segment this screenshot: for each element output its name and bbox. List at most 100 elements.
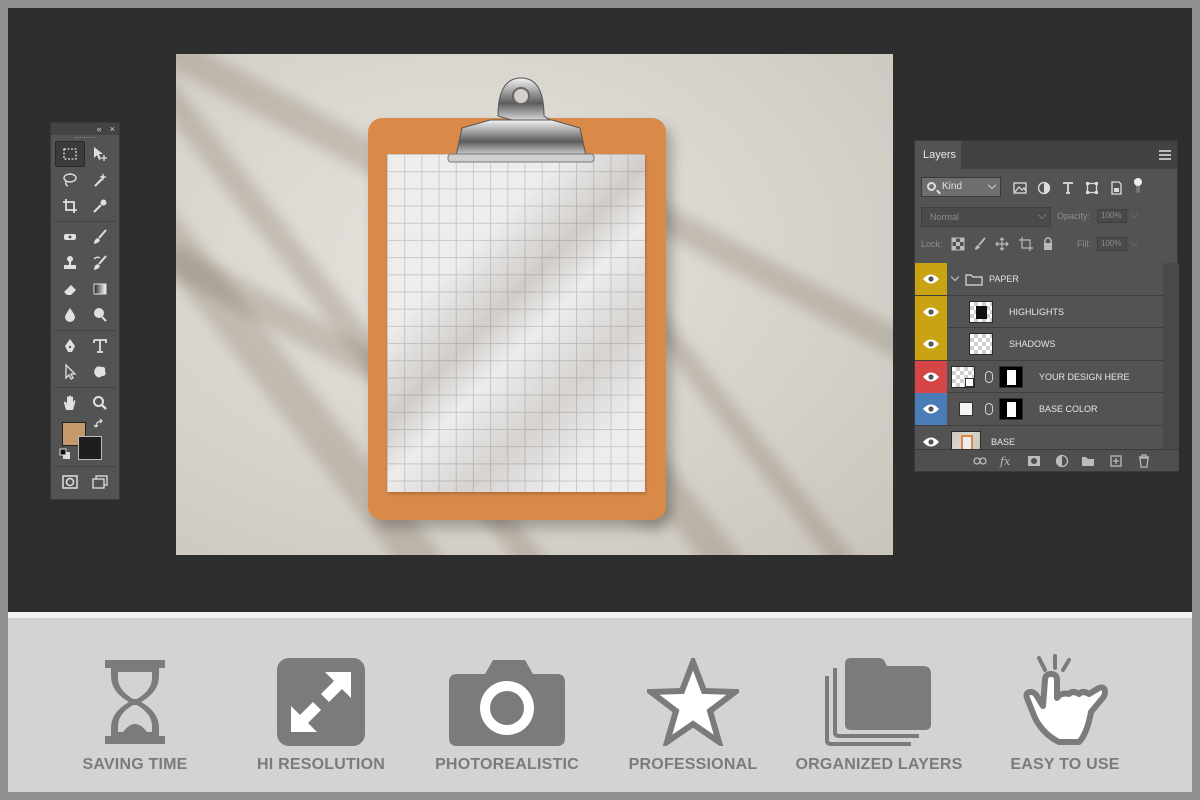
eyedropper-icon[interactable] bbox=[85, 193, 115, 219]
default-colors-icon[interactable] bbox=[59, 448, 71, 460]
feature-label: PHOTOREALISTIC bbox=[435, 756, 579, 773]
feature-organized-layers: ORGANIZED LAYERS bbox=[784, 654, 974, 784]
resize-icon bbox=[277, 658, 365, 746]
swap-colors-icon[interactable] bbox=[93, 418, 105, 430]
layer-visibility-base-color[interactable] bbox=[915, 393, 947, 425]
clone-stamp-icon[interactable] bbox=[55, 250, 85, 276]
marquee-icon[interactable] bbox=[55, 141, 85, 167]
close-icon[interactable]: × bbox=[110, 123, 115, 135]
blur-icon[interactable] bbox=[55, 302, 85, 328]
layer-row-paper[interactable]: PAPER bbox=[915, 263, 1163, 296]
metal-clip bbox=[447, 77, 595, 163]
lock-artboard-icon[interactable] bbox=[1019, 237, 1033, 251]
folder-icon bbox=[965, 274, 983, 286]
quick-mask-icon[interactable] bbox=[55, 469, 85, 495]
layer-filter-row: Kind bbox=[915, 169, 1179, 207]
background-color-swatch[interactable] bbox=[78, 436, 102, 460]
lasso-icon[interactable] bbox=[55, 167, 85, 193]
layer-name: SHADOWS bbox=[1009, 339, 1056, 349]
gradient-icon[interactable] bbox=[85, 276, 115, 302]
layers-scrollbar[interactable] bbox=[1163, 263, 1179, 449]
chevron-down-icon[interactable] bbox=[950, 272, 960, 282]
layer-row-highlights[interactable]: HIGHLIGHTS bbox=[915, 295, 1163, 328]
color-swatches bbox=[51, 416, 119, 464]
adjustment-layer-icon[interactable] bbox=[1055, 454, 1069, 468]
shape-icon[interactable] bbox=[85, 359, 115, 385]
layer-row-your-design-here[interactable]: YOUR DESIGN HERE bbox=[915, 360, 1163, 393]
dodge-icon[interactable] bbox=[85, 302, 115, 328]
feature-easy-to-use: EASY TO USE bbox=[970, 654, 1160, 784]
hand-icon[interactable] bbox=[55, 390, 85, 416]
opacity-chevron-icon[interactable] bbox=[1129, 209, 1139, 219]
magic-wand-icon[interactable] bbox=[85, 167, 115, 193]
blend-mode-select[interactable]: Normal bbox=[921, 207, 1051, 227]
layer-name: YOUR DESIGN HERE bbox=[1039, 371, 1130, 382]
chevron-down-icon bbox=[987, 180, 997, 190]
lock-position-icon[interactable] bbox=[995, 237, 1009, 251]
lock-transparent-icon[interactable] bbox=[951, 237, 965, 251]
trash-icon[interactable] bbox=[1137, 454, 1151, 468]
healing-brush-icon[interactable] bbox=[55, 224, 85, 250]
type-filter-icon[interactable] bbox=[1061, 181, 1075, 195]
layer-name: PAPER bbox=[989, 274, 1019, 284]
layer-mask-thumbnail bbox=[999, 365, 1023, 388]
layer-visibility-paper[interactable] bbox=[915, 263, 947, 295]
feature-label: ORGANIZED LAYERS bbox=[795, 756, 963, 773]
collapse-icon[interactable]: « bbox=[97, 123, 102, 135]
layer-visibility-your-design-here[interactable] bbox=[915, 360, 947, 393]
tools-panel: « × bbox=[50, 122, 120, 500]
link-icon[interactable] bbox=[985, 370, 993, 383]
opacity-field[interactable]: 100% bbox=[1097, 209, 1127, 223]
tap-hand-icon bbox=[1023, 654, 1108, 745]
layer-thumbnail bbox=[969, 333, 993, 355]
brush-icon[interactable] bbox=[85, 224, 115, 250]
fill-layer-thumbnail bbox=[959, 402, 973, 416]
filter-toggle-icon[interactable] bbox=[1133, 177, 1143, 195]
tools-titlebar: « × bbox=[51, 123, 119, 135]
link-icon[interactable] bbox=[985, 403, 993, 415]
layer-visibility-shadows[interactable] bbox=[915, 328, 947, 360]
chevron-down-icon bbox=[1037, 210, 1047, 220]
crop-icon[interactable] bbox=[55, 193, 85, 219]
filter-kind-value: Kind bbox=[942, 181, 963, 192]
layer-row-shadows[interactable]: SHADOWS bbox=[915, 328, 1163, 361]
tab-layers[interactable]: Layers bbox=[915, 141, 961, 169]
history-brush-icon[interactable] bbox=[85, 250, 115, 276]
link-layers-icon[interactable] bbox=[973, 454, 987, 468]
layer-name: HIGHLIGHTS bbox=[1009, 306, 1065, 317]
layers-tabbar: Layers bbox=[915, 141, 1177, 169]
move-icon[interactable] bbox=[85, 141, 115, 167]
smart-object-filter-icon[interactable] bbox=[1109, 181, 1123, 195]
pen-icon[interactable] bbox=[55, 333, 85, 359]
lock-pixels-icon[interactable] bbox=[973, 237, 987, 251]
adjustment-filter-icon[interactable] bbox=[1037, 181, 1051, 195]
fx-icon[interactable]: fx bbox=[999, 454, 1013, 468]
zoom-icon[interactable] bbox=[85, 390, 115, 416]
fill-field[interactable]: 100% bbox=[1097, 237, 1127, 251]
layer-row-base-color[interactable]: BASE COLOR bbox=[915, 393, 1163, 426]
hourglass-icon bbox=[105, 660, 165, 744]
eraser-icon[interactable] bbox=[55, 276, 85, 302]
layer-visibility-highlights[interactable] bbox=[915, 295, 947, 328]
eye-icon bbox=[923, 437, 939, 446]
filter-kind-select[interactable]: Kind bbox=[921, 177, 1001, 197]
feature-label: PROFESSIONAL bbox=[628, 756, 758, 773]
pixel-filter-icon[interactable] bbox=[1013, 181, 1027, 195]
document-canvas[interactable] bbox=[176, 54, 893, 555]
lock-all-icon[interactable] bbox=[1041, 237, 1055, 251]
shape-filter-icon[interactable] bbox=[1085, 181, 1099, 195]
new-layer-icon[interactable] bbox=[1109, 454, 1123, 468]
feature-label: EASY TO USE bbox=[1010, 756, 1120, 773]
path-selection-icon[interactable] bbox=[55, 359, 85, 385]
new-group-icon[interactable] bbox=[1081, 454, 1095, 468]
panel-menu-icon[interactable] bbox=[1159, 150, 1171, 160]
add-mask-icon[interactable] bbox=[1027, 454, 1041, 468]
features-strip: SAVING TIME HI RESOLUTION PHOTOREALISTIC bbox=[8, 618, 1192, 792]
type-icon[interactable] bbox=[85, 333, 115, 359]
screen-mode-icon[interactable] bbox=[85, 469, 115, 495]
feature-label: SAVING TIME bbox=[82, 756, 188, 773]
camera-icon bbox=[449, 660, 565, 746]
fill-chevron-icon[interactable] bbox=[1129, 237, 1139, 247]
feature-label: HI RESOLUTION bbox=[257, 756, 385, 773]
eye-icon bbox=[923, 404, 939, 414]
